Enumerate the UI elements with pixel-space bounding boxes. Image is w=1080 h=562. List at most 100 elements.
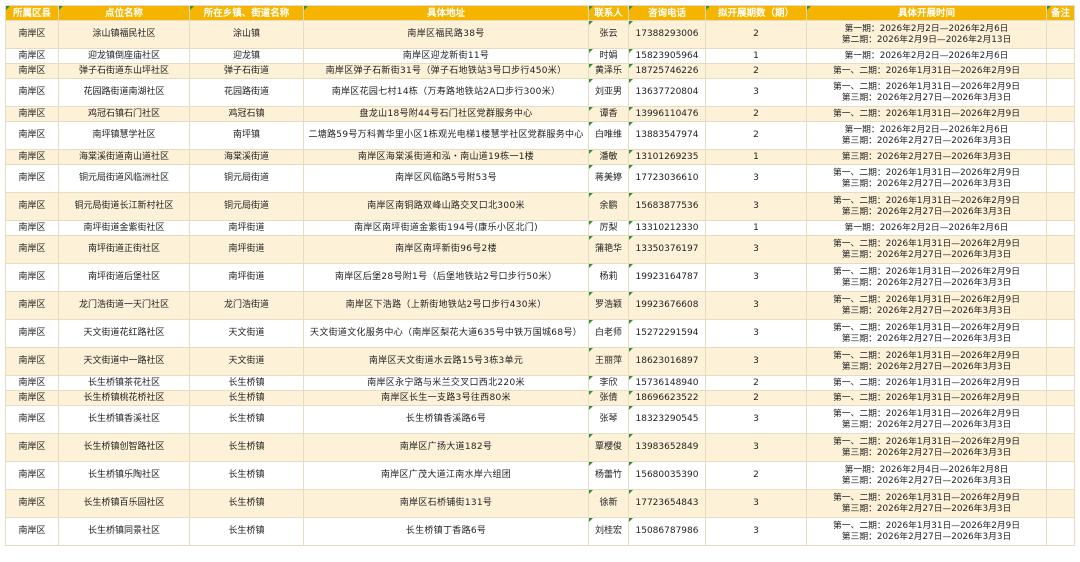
table-row: 南岸区 长生桥镇桃花桥社区 长生桥镇 南岸区长生一支路3号往西80米 张倩 1869662…	[5, 390, 1075, 406]
site-cell: 长生桥镇茶花社区	[58, 375, 190, 391]
phone-cell: 13883547974	[628, 121, 706, 150]
phone-cell: 13983652849	[628, 433, 706, 462]
site-cell: 长生桥镇百乐园社区	[58, 489, 190, 518]
district-cell: 南岸区	[5, 164, 59, 193]
site-cell: 长生桥镇香溪社区	[58, 405, 190, 434]
address-cell: 南岸区南坪新街96号2楼	[303, 235, 589, 264]
district-cell: 南岸区	[5, 149, 59, 165]
schedule-line: 第三期：2026年2月27日—2026年3月3日	[841, 361, 1012, 372]
district-cell: 南岸区	[5, 263, 59, 292]
schedule-cell: 第一、二期：2026年1月31日—2026年2月9日 第三期：2026年2月27日…	[806, 489, 1047, 518]
table-row: 南岸区 长生桥镇百乐园社区 长生桥镇 南岸区石桥铺街131号 徐新 17723654843…	[5, 489, 1075, 518]
address-cell: 盘龙山18号附44号石门社区党群服务中心	[303, 106, 589, 122]
period-count-cell: 3	[705, 319, 807, 348]
header-site: 点位名称	[58, 5, 190, 21]
address-cell: 南岸区永宁路与米兰交叉口西北220米	[303, 375, 589, 391]
note-cell	[1046, 48, 1075, 64]
note-cell	[1046, 220, 1075, 236]
period-count-cell: 2	[705, 20, 807, 49]
schedule-line: 第三期：2026年2月27日—2026年3月3日	[841, 333, 1012, 344]
town-cell: 长生桥镇	[189, 489, 304, 518]
table-row: 南岸区 迎龙镇倒座庙社区 迎龙镇 南岸区迎龙新街11号 时娟 15823905964 1 第一…	[5, 48, 1075, 64]
schedule-cell: 第一、二期：2026年1月31日—2026年2月9日	[806, 390, 1047, 406]
contact-cell: 覃櫻俊	[588, 433, 629, 462]
note-cell	[1046, 149, 1075, 165]
district-cell: 南岸区	[5, 489, 59, 518]
schedule-table: 所属区县 点位名称 所在乡镇、街道名称 具体地址 联系人 咨询电话 拟开展期数（…	[5, 5, 1075, 546]
note-cell	[1046, 20, 1075, 49]
phone-cell: 15680035390	[628, 461, 706, 490]
contact-cell: 张琴	[588, 405, 629, 434]
contact-cell: 厉梨	[588, 220, 629, 236]
district-cell: 南岸区	[5, 48, 59, 64]
site-cell: 弹子石街道东山坪社区	[58, 63, 190, 79]
schedule-line: 第三期：2026年2月27日—2026年3月3日	[841, 178, 1012, 189]
address-cell: 南岸区石桥铺街131号	[303, 489, 589, 518]
header-town: 所在乡镇、街道名称	[189, 5, 304, 21]
schedule-cell: 第一期：2026年2月2日—2026年2月6日 第二期：2026年2月9日—202…	[806, 20, 1047, 49]
schedule-line: 第一、二期：2026年1月31日—2026年2月9日	[832, 322, 1021, 333]
address-cell: 长生桥镇丁香路6号	[303, 517, 589, 546]
schedule-line: 第一、二期：2026年1月31日—2026年2月9日	[832, 377, 1021, 388]
site-cell: 铜元局街道风临洲社区	[58, 164, 190, 193]
contact-cell: 谭香	[588, 106, 629, 122]
schedule-line: 第一、二期：2026年1月31日—2026年2月9日	[832, 65, 1021, 76]
contact-cell: 杨蕾竹	[588, 461, 629, 490]
contact-cell: 蒲艳华	[588, 235, 629, 264]
site-cell: 铜元局街道长江新村社区	[58, 192, 190, 221]
table-row: 南岸区 涂山镇福民社区 涂山镇 南岸区福民路38号 张云 17388293006 2 第一期：…	[5, 20, 1075, 49]
schedule-cell: 第一、二期：2026年1月31日—2026年2月9日 第三期：2026年2月27日…	[806, 78, 1047, 107]
town-cell: 涂山镇	[189, 20, 304, 49]
table-row: 南岸区 海棠溪街道南山道社区 海棠溪街道 南岸区海棠溪街道和泓・南山道19栋一1楼 潘敏…	[5, 149, 1075, 165]
phone-cell: 13350376197	[628, 235, 706, 264]
phone-cell: 18623016897	[628, 347, 706, 376]
address-cell: 南岸区迎龙新街11号	[303, 48, 589, 64]
period-count-cell: 2	[705, 121, 807, 150]
phone-cell: 19923676608	[628, 291, 706, 320]
site-cell: 天文街道花红路社区	[58, 319, 190, 348]
period-count-cell: 3	[705, 489, 807, 518]
district-cell: 南岸区	[5, 121, 59, 150]
site-cell: 花园路街道南湖社区	[58, 78, 190, 107]
district-cell: 南岸区	[5, 20, 59, 49]
schedule-cell: 第一期：2026年2月2日—2026年2月6日	[806, 220, 1047, 236]
phone-cell: 19923164787	[628, 263, 706, 292]
note-cell	[1046, 347, 1075, 376]
phone-cell: 13101269235	[628, 149, 706, 165]
town-cell: 南坪街道	[189, 235, 304, 264]
phone-cell: 15683877536	[628, 192, 706, 221]
town-cell: 长生桥镇	[189, 375, 304, 391]
site-cell: 南坪镇慧学社区	[58, 121, 190, 150]
district-cell: 南岸区	[5, 461, 59, 490]
address-cell: 南岸区广茂大道江南水岸六组团	[303, 461, 589, 490]
table-row: 南岸区 长生桥镇香溪社区 长生桥镇 长生桥镇香溪路6号 张琴 18323290545 3 第一…	[5, 405, 1075, 434]
phone-cell: 17723036610	[628, 164, 706, 193]
phone-cell: 15823905964	[628, 48, 706, 64]
schedule-line: 第三期：2026年2月27日—2026年3月3日	[841, 277, 1012, 288]
header-contact: 联系人	[588, 5, 629, 21]
town-cell: 天文街道	[189, 319, 304, 348]
period-count-cell: 1	[705, 220, 807, 236]
town-cell: 长生桥镇	[189, 405, 304, 434]
schedule-cell: 第一、二期：2026年1月31日—2026年2月9日 第三期：2026年2月27日…	[806, 319, 1047, 348]
period-count-cell: 1	[705, 149, 807, 165]
phone-cell: 17388293006	[628, 20, 706, 49]
contact-cell: 李欣	[588, 375, 629, 391]
schedule-cell: 第一、二期：2026年1月31日—2026年2月9日 第三期：2026年2月27日…	[806, 235, 1047, 264]
schedule-line: 第三期：2026年2月27日—2026年3月3日	[841, 503, 1012, 514]
period-count-cell: 3	[705, 263, 807, 292]
note-cell	[1046, 405, 1075, 434]
town-cell: 海棠溪街道	[189, 149, 304, 165]
header-note: 备注	[1046, 5, 1075, 21]
site-cell: 龙门浩街道一天门社区	[58, 291, 190, 320]
schedule-line: 第一、二期：2026年1月31日—2026年2月9日	[832, 408, 1021, 419]
schedule-line: 第一、二期：2026年1月31日—2026年2月9日	[832, 238, 1021, 249]
note-cell	[1046, 433, 1075, 462]
table-wrapper: 所属区县 点位名称 所在乡镇、街道名称 具体地址 联系人 咨询电话 拟开展期数（…	[5, 5, 1075, 546]
table-row: 南岸区 天文街道花红路社区 天文街道 天文街道文化服务中心（南岸区梨花大道635号中铁…	[5, 319, 1075, 348]
town-cell: 长生桥镇	[189, 517, 304, 546]
district-cell: 南岸区	[5, 291, 59, 320]
district-cell: 南岸区	[5, 405, 59, 434]
table-row: 南岸区 长生桥镇乐陶社区 长生桥镇 南岸区广茂大道江南水岸六组团 杨蕾竹 15680035…	[5, 461, 1075, 490]
table-row: 南岸区 长生桥镇茶花社区 长生桥镇 南岸区永宁路与米兰交叉口西北220米 李欣 15736…	[5, 375, 1075, 391]
